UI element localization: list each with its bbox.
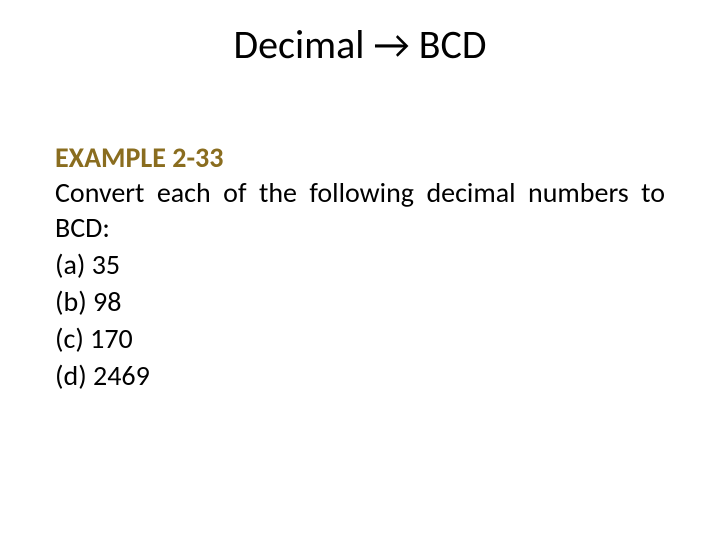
slide-title: Decimal → BCD (0, 20, 720, 69)
list-item-c: (c) 170 (55, 321, 665, 356)
slide-body: EXAMPLE 2-33 Convert each of the followi… (55, 140, 665, 393)
list-item-b: (b) 98 (55, 284, 665, 319)
example-label: EXAMPLE 2-33 (55, 140, 223, 175)
example-prompt: Convert each of the following decimal nu… (55, 175, 665, 245)
example-heading: EXAMPLE 2-33 (55, 140, 665, 175)
list-item-d: (d) 2469 (55, 358, 665, 393)
list-item-a: (a) 35 (55, 247, 665, 282)
slide: Decimal → BCD EXAMPLE 2-33 Convert each … (0, 0, 720, 540)
